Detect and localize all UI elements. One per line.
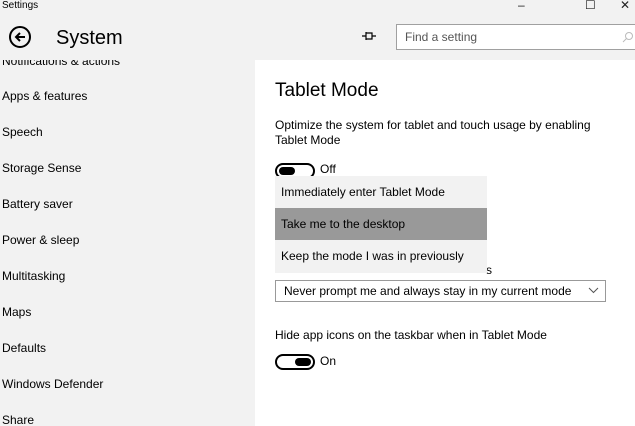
signin-dropdown-list: Immediately enter Tablet Mode Take me to… xyxy=(275,176,487,273)
content-pane: Tablet Mode Optimize the system for tabl… xyxy=(255,60,635,426)
sidebar-item-notifications[interactable]: Notifications & actions xyxy=(2,60,120,68)
header: System xyxy=(0,14,635,60)
pin-icon[interactable] xyxy=(361,30,377,42)
sidebar-item-power-sleep[interactable]: Power & sleep xyxy=(2,232,79,248)
sidebar-item-multitasking[interactable]: Multitasking xyxy=(2,268,65,284)
toggle-knob xyxy=(279,167,295,175)
tablet-mode-description: Optimize the system for tablet and touch… xyxy=(275,118,591,147)
dropdown-option-keep-previous[interactable]: Keep the mode I was in previously xyxy=(275,240,487,272)
toggle-knob xyxy=(295,358,311,366)
chevron-down-icon xyxy=(588,287,599,294)
page-title: System xyxy=(56,27,123,49)
search-box[interactable] xyxy=(396,24,635,50)
tablet-mode-toggle-state: Off xyxy=(320,162,336,176)
prompt-dropdown[interactable]: Never prompt me and always stay in my cu… xyxy=(275,280,606,302)
hide-icons-label: Hide app icons on the taskbar when in Ta… xyxy=(275,328,547,342)
sidebar-item-maps[interactable]: Maps xyxy=(2,304,31,320)
sidebar: Notifications & actions Apps & features … xyxy=(0,60,255,426)
sidebar-item-defaults[interactable]: Defaults xyxy=(2,340,46,356)
minimize-button[interactable]: – xyxy=(518,0,525,12)
sidebar-item-storage-sense[interactable]: Storage Sense xyxy=(2,160,81,176)
sidebar-item-speech[interactable]: Speech xyxy=(2,124,43,140)
close-button[interactable]: ✕ xyxy=(620,0,630,12)
search-icon[interactable] xyxy=(622,31,634,43)
dropdown-option-desktop[interactable]: Take me to the desktop xyxy=(275,208,487,240)
section-title: Tablet Mode xyxy=(275,80,379,101)
sidebar-item-windows-defender[interactable]: Windows Defender xyxy=(2,376,103,392)
sidebar-item-battery-saver[interactable]: Battery saver xyxy=(2,196,73,212)
back-arrow-icon xyxy=(14,32,25,42)
maximize-button[interactable]: ☐ xyxy=(585,0,596,12)
dropdown-option-immediately-enter[interactable]: Immediately enter Tablet Mode xyxy=(275,176,487,208)
back-button[interactable] xyxy=(9,26,31,48)
sidebar-item-share[interactable]: Share xyxy=(2,412,34,426)
sidebar-item-apps-features[interactable]: Apps & features xyxy=(2,88,87,104)
hide-icons-toggle-state: On xyxy=(320,354,337,368)
app-title: Settings xyxy=(2,0,39,11)
prompt-dropdown-value: Never prompt me and always stay in my cu… xyxy=(284,284,572,298)
search-input[interactable] xyxy=(397,25,607,49)
hide-icons-toggle[interactable] xyxy=(275,354,315,370)
title-bar: Settings – ☐ ✕ xyxy=(0,0,635,14)
